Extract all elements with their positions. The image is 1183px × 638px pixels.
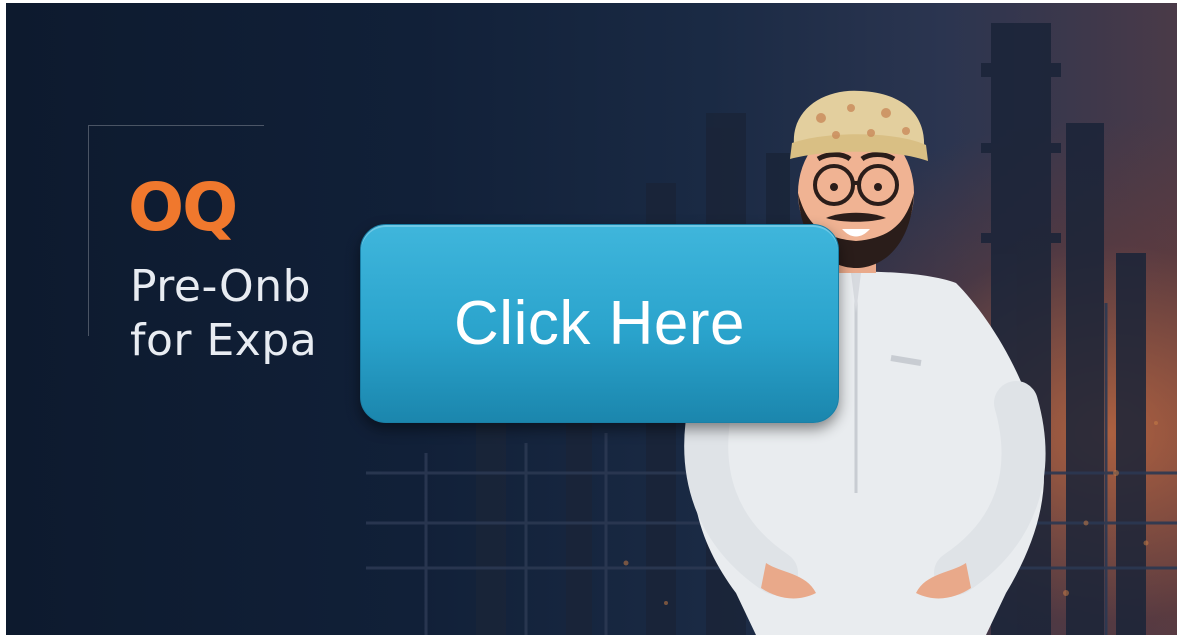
oq-logo: OQ <box>128 169 238 246</box>
title-line-1: Pre-Onb <box>130 261 312 312</box>
slide-canvas: OQ Pre-Onb for Expa Click Here <box>6 3 1177 635</box>
title-line-2: for Expa <box>130 315 318 366</box>
logo-text: OQ <box>128 169 236 246</box>
click-here-button[interactable]: Click Here <box>360 224 839 423</box>
click-here-label: Click Here <box>454 289 745 358</box>
